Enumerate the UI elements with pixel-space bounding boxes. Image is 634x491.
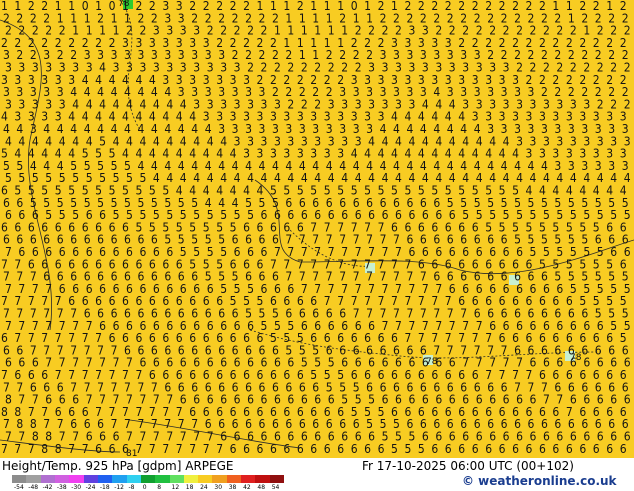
scale-swatch [69, 475, 85, 483]
scale-swatch [212, 475, 228, 483]
contour-label: 81 [126, 449, 137, 458]
valid-time: Fr 17-10-2025 06:00 UTC (00+102) [362, 459, 574, 473]
scale-swatch [241, 475, 256, 483]
scale-swatch [183, 475, 199, 483]
scale-bar [12, 475, 285, 483]
contour-label: 78 [426, 357, 438, 367]
scale-swatch [140, 475, 156, 483]
scale-swatch [83, 475, 99, 483]
contour-label: 78 [570, 353, 582, 363]
scale-swatch [198, 475, 213, 483]
scale-swatch [40, 475, 56, 483]
grid-row: 7778877666777777766666666666655566666666… [1, 442, 627, 456]
scale-swatch [255, 475, 271, 483]
scale-swatch [226, 475, 242, 483]
weather-map: 1122110101223322222111211101212222222222… [0, 0, 634, 458]
map-title: Height/Temp. 925 hPa [gdpm] ARPEGE [2, 459, 234, 473]
temperature-grid: 1122110101223322222111211101212222222222… [0, 0, 634, 458]
map-footer: Height/Temp. 925 hPa [gdpm] ARPEGE Fr 17… [0, 458, 634, 491]
scale-swatch [112, 475, 127, 483]
scale-swatch [269, 475, 285, 483]
scale-swatch [155, 475, 170, 483]
scale-swatch [12, 475, 27, 483]
scale-swatch [26, 475, 42, 483]
scale-swatch [169, 475, 185, 483]
scale-swatch [126, 475, 142, 483]
contour-label: 78 [118, 0, 130, 9]
color-scale: -54 -48 -42 -38 -30 -24 -18 -12 -8 0 8 12 18 24 30 38 42… [12, 472, 296, 491]
scale-swatch [97, 475, 113, 483]
site-credit[interactable]: © weatheronline.co.uk [462, 474, 617, 488]
scale-swatch [54, 475, 70, 483]
